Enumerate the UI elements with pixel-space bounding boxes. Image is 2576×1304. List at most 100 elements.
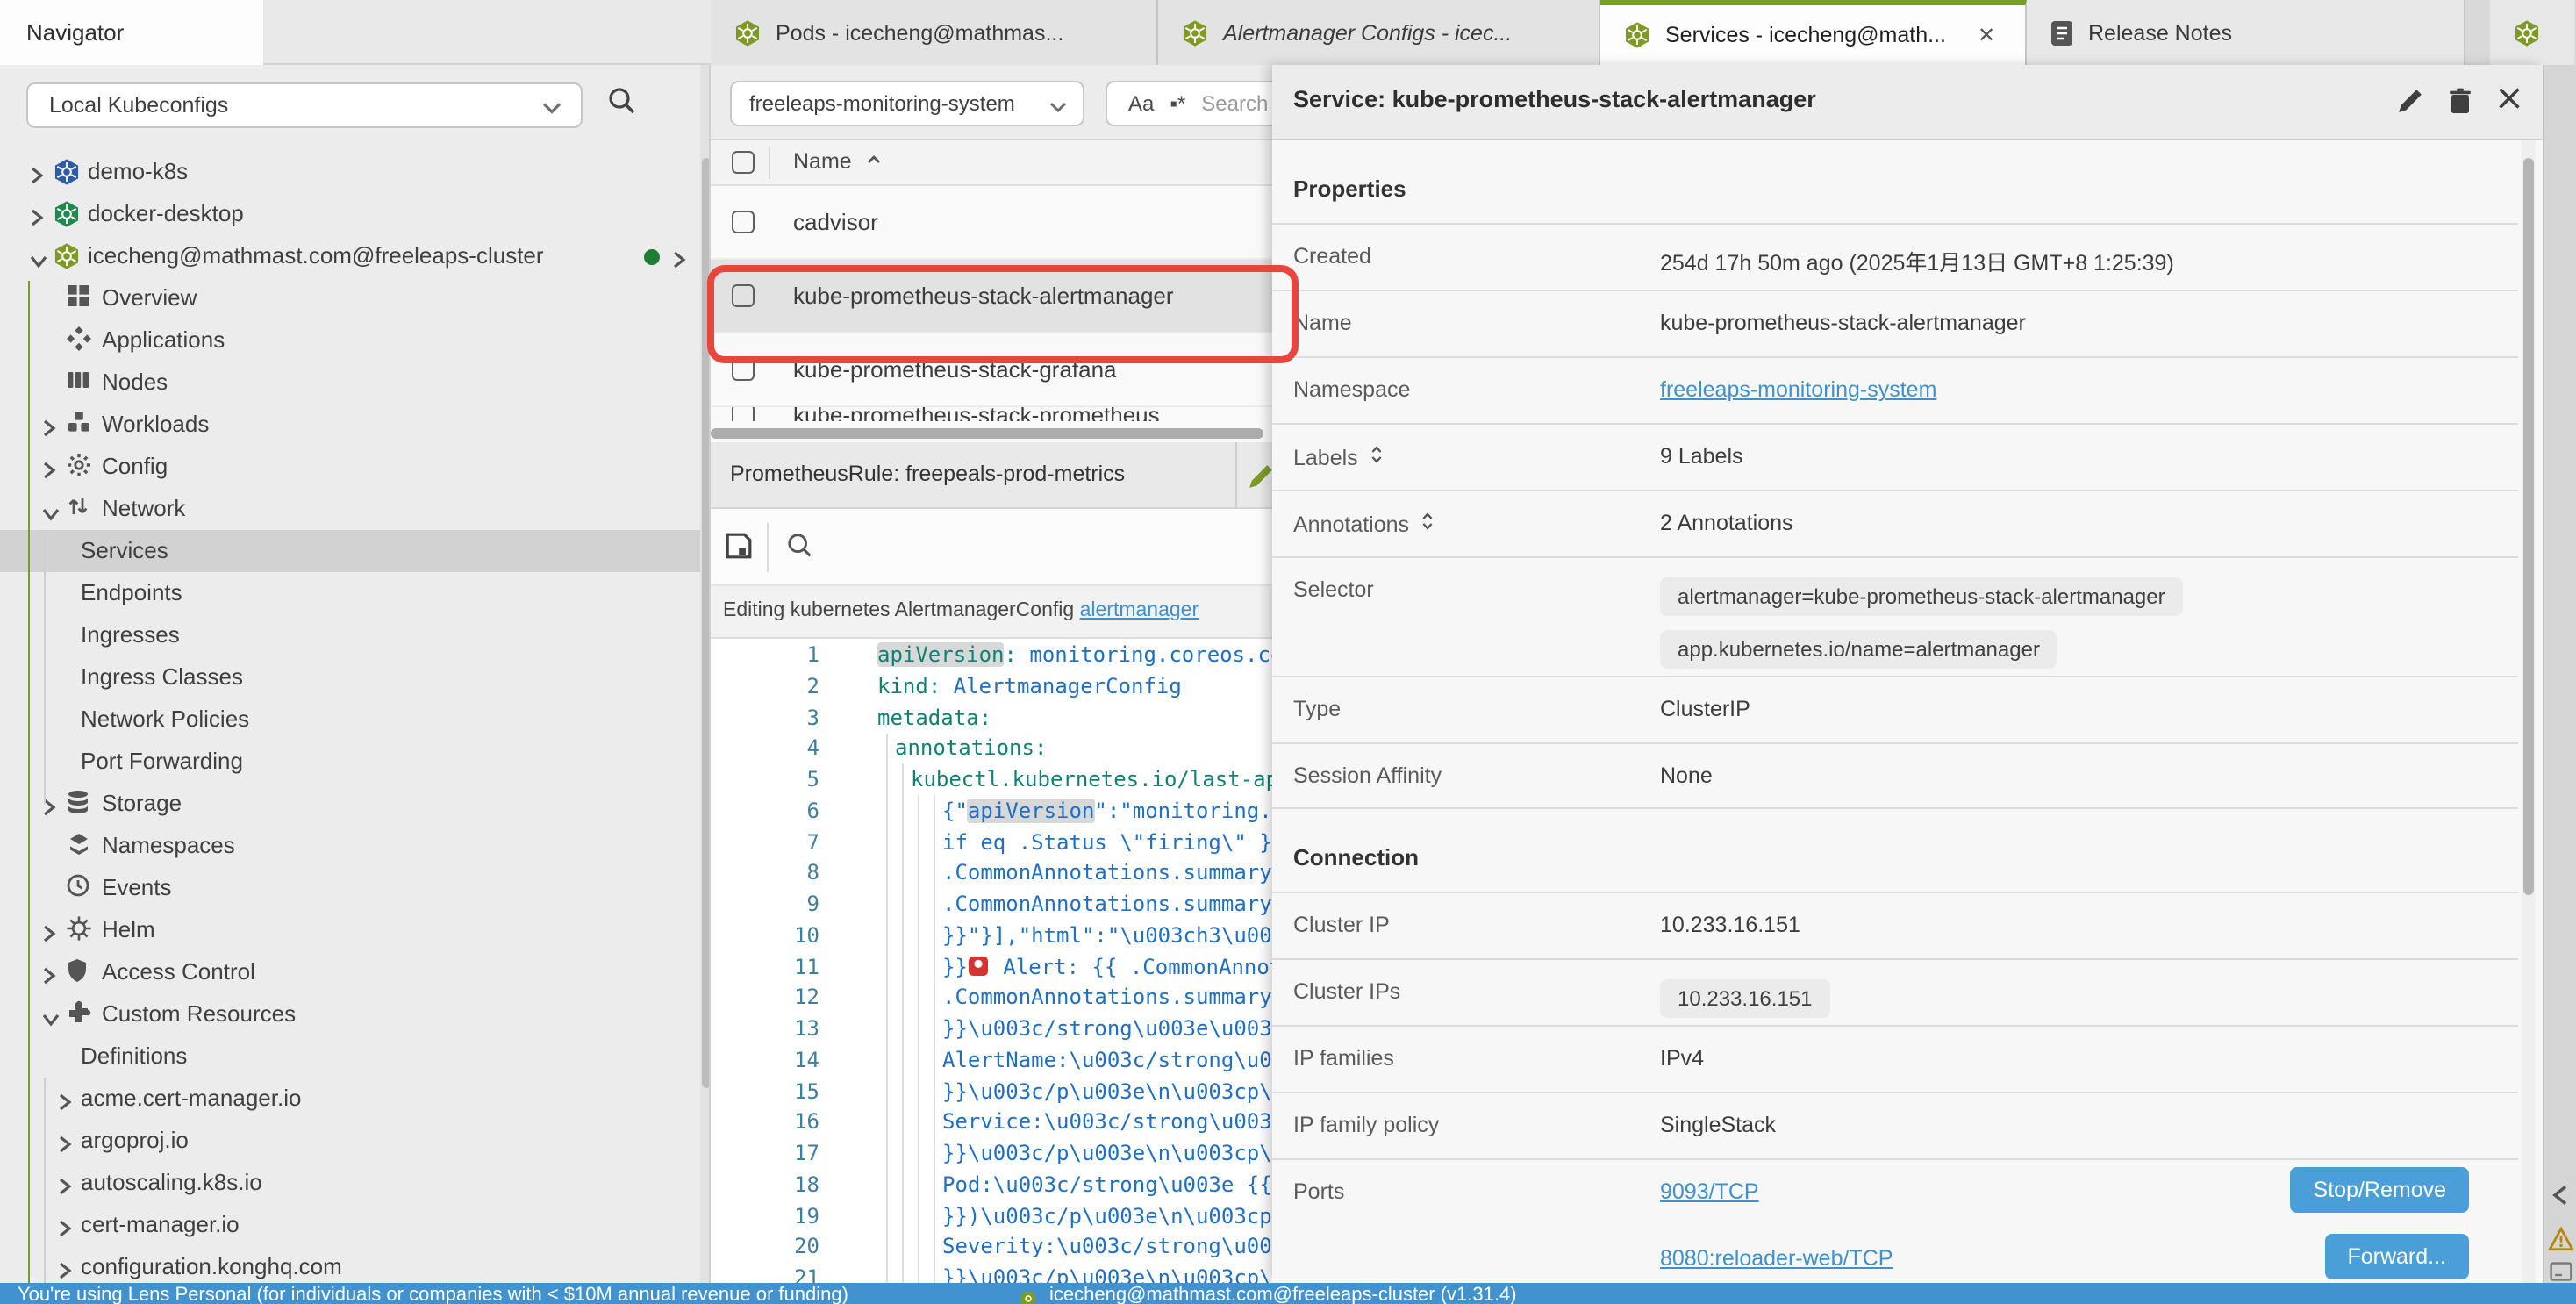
sidebar-item-namespaces[interactable]: Namespaces	[0, 825, 700, 867]
sidebar-item-demo-k8s[interactable]: demo-k8s	[0, 151, 700, 193]
selector-pill: app.kubernetes.io/name=alertmanager	[1660, 630, 2057, 669]
chevron-down-icon[interactable]	[30, 247, 47, 274]
sort-toggle-icon[interactable]	[1369, 444, 1385, 470]
search-icon[interactable]	[607, 86, 637, 125]
name-column-header[interactable]: Name	[793, 149, 852, 174]
close-icon[interactable]: ✕	[1978, 23, 1995, 47]
port-link[interactable]: 9093/TCP	[1660, 1179, 1759, 1204]
sidebar-item-network[interactable]: Network	[0, 488, 700, 530]
chevron-right-icon[interactable]	[58, 1132, 72, 1158]
sidebar-item-configuration-konghq-com[interactable]: configuration.konghq.com	[0, 1246, 700, 1283]
sidebar-item-config[interactable]: Config	[0, 446, 700, 488]
sidebar-item-network-policies[interactable]: Network Policies	[0, 699, 700, 741]
match-case-toggle[interactable]: Aa	[1128, 91, 1154, 116]
line-number: 13	[711, 1014, 819, 1046]
chevron-down-icon[interactable]	[42, 500, 60, 527]
puzzle-icon	[67, 1000, 91, 1030]
sidebar-item-port-forwarding[interactable]: Port Forwarding	[0, 741, 700, 783]
row-checkbox[interactable]	[732, 211, 755, 233]
storage-icon	[67, 790, 89, 820]
kubeconfig-selector[interactable]: Local Kubeconfigs	[26, 82, 583, 128]
code-token: Service:\u003c/strong\u003e {	[942, 1110, 1277, 1135]
namespace-link[interactable]: freeleaps-monitoring-system	[1660, 377, 1936, 402]
tab-release-notes[interactable]: Release Notes	[2027, 0, 2465, 65]
tab-pods-icecheng-mathmas-[interactable]: Pods - icecheng@mathmas...	[711, 0, 1158, 65]
code-line-19: }})\u003c/p\u003e\n\u003cp\u00	[942, 1201, 1277, 1233]
sidebar-item-applications[interactable]: Applications	[0, 319, 700, 362]
sidebar-item-services[interactable]: Services	[0, 530, 700, 572]
sidebar-item-label: configuration.konghq.com	[81, 1252, 342, 1279]
delete-trash-icon[interactable]	[2448, 88, 2472, 123]
table-row-kube-prometheus-stack-prometheus[interactable]: kube-prometheus-stack-prometheus	[711, 407, 1277, 421]
line-number: 1	[711, 641, 819, 672]
yaml-editor[interactable]: 1apiVersion: monitoring.coreos.com/v12ki…	[711, 639, 1277, 1283]
sort-toggle-icon[interactable]	[1420, 511, 1435, 537]
edit-pencil-icon[interactable]	[1248, 463, 1274, 495]
services-list-panel: freeleaps-monitoring-system Aa ▪* Search…	[711, 65, 1277, 1283]
chevron-down-icon[interactable]	[42, 1006, 60, 1032]
chevron-right-icon[interactable]	[58, 1174, 72, 1200]
chevron-right-icon[interactable]	[42, 921, 56, 948]
stop-remove-button[interactable]: Stop/Remove	[2291, 1167, 2469, 1213]
sidebar-item-argoproj-io[interactable]: argoproj.io	[0, 1120, 700, 1162]
table-row-cadvisor[interactable]: cadvisor	[711, 186, 1277, 260]
sidebar-item-icecheng-mathmast-com-freeleaps-cluster[interactable]: icecheng@mathmast.com@freeleaps-cluster	[0, 235, 700, 277]
namespace-selector[interactable]: freeleaps-monitoring-system	[730, 81, 1084, 126]
right-edge-gutter	[2543, 65, 2576, 1283]
sidebar-item-definitions[interactable]: Definitions	[0, 1035, 700, 1078]
code-token: }}\u003c/p\u003e\n\u003cp\u003	[942, 1141, 1277, 1165]
cluster-status-text[interactable]: icecheng@mathmast.com@freeleaps-cluster …	[1049, 1285, 1517, 1304]
sidebar-item-helm[interactable]: Helm	[0, 909, 700, 951]
chevron-right-icon[interactable]	[58, 1216, 72, 1243]
sidebar-item-label: Ingress Classes	[81, 663, 243, 689]
sort-ascending-icon[interactable]	[865, 149, 883, 174]
select-all-checkbox[interactable]	[732, 151, 755, 174]
collapse-chevron-icon[interactable]	[2551, 1183, 2569, 1214]
edit-pencil-icon[interactable]	[2397, 88, 2423, 123]
chevron-right-icon[interactable]	[42, 416, 56, 442]
sidebar-item-custom-resources[interactable]: Custom Resources	[0, 993, 700, 1035]
sidebar-item-cert-manager-io[interactable]: cert-manager.io	[0, 1204, 700, 1246]
row-label: Name	[1293, 311, 1352, 335]
row-checkbox[interactable]	[732, 407, 755, 421]
tab-alertmanager-configs-icec-[interactable]: Alertmanager Configs - icec...	[1158, 0, 1600, 65]
tab-partial[interactable]	[2490, 0, 2574, 65]
sidebar-item-events[interactable]: Events	[0, 867, 700, 909]
sidebar-item-endpoints[interactable]: Endpoints	[0, 572, 700, 614]
sidebar-item-storage[interactable]: Storage	[0, 783, 700, 825]
close-icon[interactable]	[2497, 86, 2522, 119]
tab-services-icecheng-math-[interactable]: Services - icecheng@math...✕	[1600, 0, 2027, 65]
editor-search-icon[interactable]	[786, 532, 814, 569]
forward--button[interactable]: Forward...	[2324, 1234, 2469, 1279]
tab-bar-filler	[263, 0, 711, 65]
chevron-right-icon[interactable]	[30, 163, 44, 190]
code-token: }}\u003c/p\u003e\n\u003cp\u003	[942, 1265, 1277, 1283]
sidebar-item-docker-desktop[interactable]: docker-desktop	[0, 193, 700, 235]
sidebar-item-overview[interactable]: Overview	[0, 277, 700, 319]
horizontal-scrollbar[interactable]	[711, 425, 1277, 442]
sidebar-item-acme-cert-manager-io[interactable]: acme.cert-manager.io	[0, 1078, 700, 1120]
horizontal-scrollbar-thumb[interactable]	[711, 428, 1263, 439]
save-icon[interactable]	[725, 532, 753, 569]
row-value: 10.233.16.151	[1660, 979, 1830, 1032]
sidebar-item-ingress-classes[interactable]: Ingress Classes	[0, 656, 700, 699]
sidebar-item-ingresses[interactable]: Ingresses	[0, 614, 700, 656]
sidebar-item-nodes[interactable]: Nodes	[0, 362, 700, 404]
editing-resource-link[interactable]: alertmanager	[1080, 600, 1199, 621]
chevron-right-icon[interactable]	[672, 247, 686, 274]
regex-toggle[interactable]: ▪*	[1170, 91, 1185, 116]
sidebar-item-access-control[interactable]: Access Control	[0, 951, 700, 993]
port-link[interactable]: 8080:reloader-web/TCP	[1660, 1246, 1893, 1271]
chevron-right-icon[interactable]	[42, 458, 56, 484]
chevron-right-icon[interactable]	[58, 1258, 72, 1283]
row-value: ClusterIP	[1660, 697, 1750, 721]
chevron-right-icon[interactable]	[58, 1090, 72, 1116]
chevron-right-icon[interactable]	[30, 205, 44, 232]
sidebar-item-workloads[interactable]: Workloads	[0, 404, 700, 446]
chevron-right-icon[interactable]	[42, 964, 56, 990]
navigator-tab[interactable]: Navigator	[0, 0, 263, 65]
warning-triangle-icon[interactable]	[2548, 1227, 2574, 1260]
search-input[interactable]: Aa ▪* Search	[1106, 81, 1277, 126]
detail-scrollbar-thumb[interactable]	[2523, 158, 2534, 895]
sidebar-item-autoscaling-k8s-io[interactable]: autoscaling.k8s.io	[0, 1162, 700, 1204]
